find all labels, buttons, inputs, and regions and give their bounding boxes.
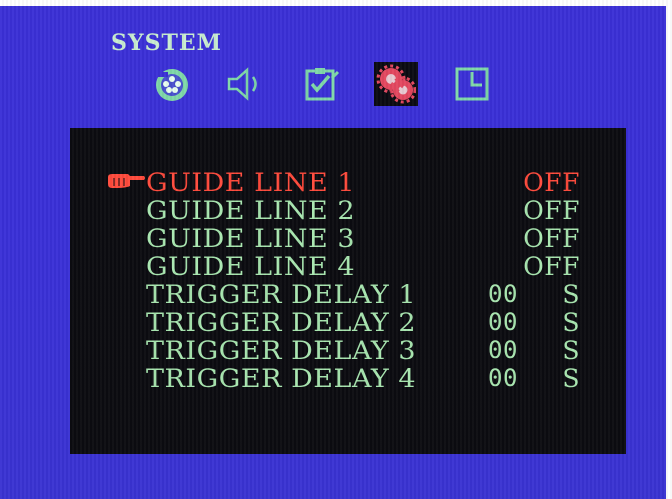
menu-item-trigger-delay-1[interactable]: TRIGGER DELAY 1 00 S (146, 280, 580, 309)
menu-item-label: TRIGGER DELAY 3 (146, 336, 417, 365)
menu-category-title: SYSTEM (111, 30, 222, 56)
menu-item-value: OFF (523, 252, 580, 281)
menu-item-value: OFF (523, 168, 580, 197)
menu-item-label: TRIGGER DELAY 1 (146, 280, 417, 309)
tab-speaker[interactable] (222, 62, 266, 106)
checklist-icon (305, 68, 340, 101)
menu-item-unit: S (562, 308, 580, 337)
menu-item-value: 00 (488, 336, 518, 364)
menu-item-trigger-delay-4[interactable]: TRIGGER DELAY 4 00 S (146, 364, 580, 393)
menu-item-trigger-delay-3[interactable]: TRIGGER DELAY 3 00 S (146, 336, 580, 365)
menu-item-value: 00 (488, 308, 518, 336)
menu-item-guide-line-1[interactable]: GUIDE LINE 1 OFF (146, 170, 580, 195)
menu-item-value: OFF (523, 224, 580, 253)
menu-item-label: TRIGGER DELAY 2 (146, 308, 417, 337)
tab-clock[interactable] (450, 62, 494, 106)
gears-icon (376, 64, 416, 104)
menu-item-value: 00 (488, 280, 518, 308)
menu-item-value: 00 (488, 364, 518, 392)
pointer-hand-icon (108, 174, 145, 188)
menu-item-value: OFF (523, 196, 580, 225)
menu-item-trigger-delay-2[interactable]: TRIGGER DELAY 2 00 S (146, 308, 580, 337)
menu-item-unit: S (562, 336, 580, 365)
film-reel-icon (156, 69, 188, 101)
menu-item-unit: S (562, 364, 580, 393)
menu-item-unit: S (562, 280, 580, 309)
menu-item-guide-line-2[interactable]: GUIDE LINE 2 OFF (146, 198, 580, 223)
tab-film-reel[interactable] (150, 62, 194, 106)
speaker-icon (227, 67, 257, 101)
tab-checklist[interactable] (300, 62, 344, 106)
tab-gears[interactable] (374, 62, 418, 106)
menu-item-label: GUIDE LINE 1 (146, 168, 356, 197)
menu-item-guide-line-3[interactable]: GUIDE LINE 3 OFF (146, 226, 580, 251)
menu-item-label: GUIDE LINE 2 (146, 196, 356, 225)
screen-border-right (666, 0, 672, 499)
screen-border-top (0, 0, 672, 6)
menu-item-label: TRIGGER DELAY 4 (146, 364, 417, 393)
menu-item-label: GUIDE LINE 4 (146, 252, 356, 281)
clock-icon (455, 67, 489, 101)
menu-item-label: GUIDE LINE 3 (146, 224, 356, 253)
menu-item-guide-line-4[interactable]: GUIDE LINE 4 OFF (146, 254, 580, 279)
